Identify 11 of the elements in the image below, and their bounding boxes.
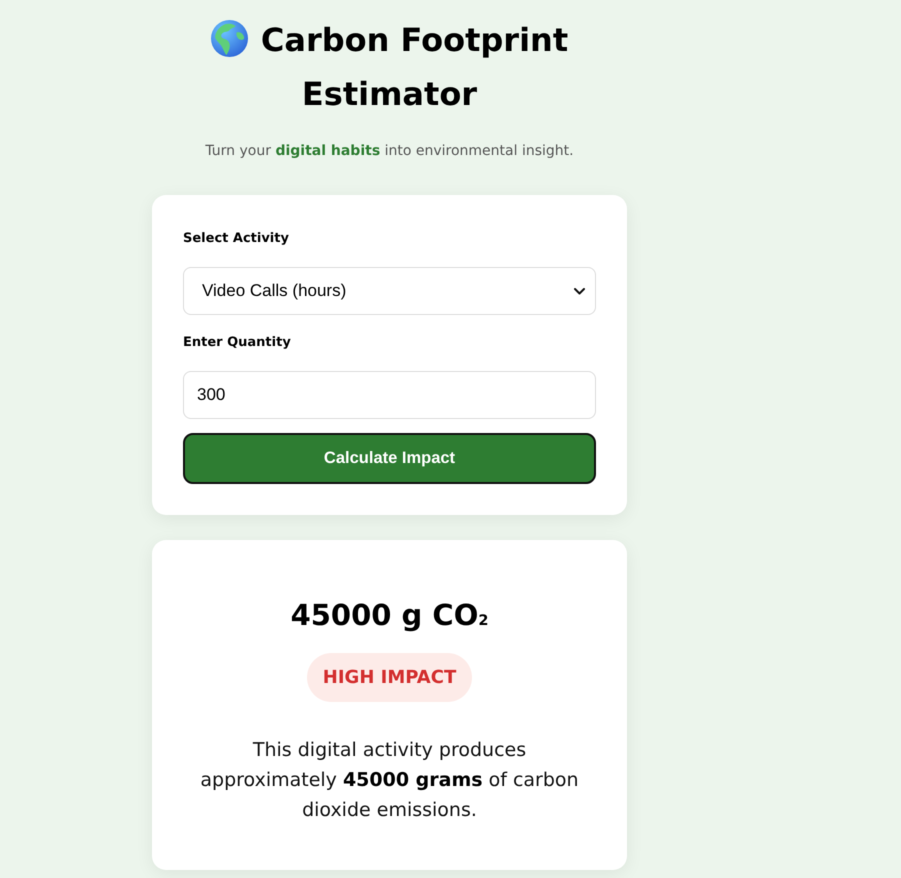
impact-badge: HIGH IMPACT (306, 653, 472, 702)
page-subtitle: Turn your digital habits into environmental insight. (204, 142, 575, 161)
field-label: Select Activity (183, 230, 290, 248)
field-label: Enter Quantity (183, 334, 292, 352)
activity-select[interactable]: Video Calls (hours) (183, 267, 596, 315)
calculate-button[interactable]: Calculate Impact (183, 433, 596, 484)
quantity-input[interactable]: 300 (183, 371, 596, 419)
result-description: This digital activity produces approximately 45000 grams of carbon dioxide emissions. (199, 738, 580, 823)
chevron-down-icon (574, 288, 585, 294)
globe-icon (210, 20, 248, 57)
page-title: Carbon Footprint Estimator (260, 21, 568, 113)
